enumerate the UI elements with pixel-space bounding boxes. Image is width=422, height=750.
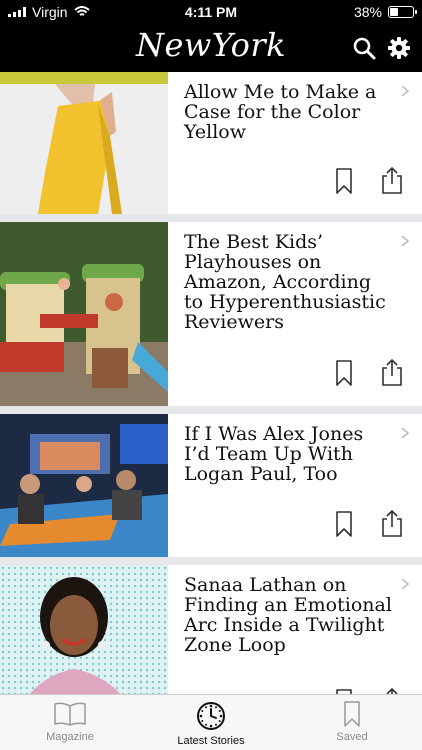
article-title[interactable]: Sanaa Lathan on Finding an Emotional Arc… [184, 575, 410, 655]
share-icon[interactable] [380, 358, 404, 386]
article-thumbnail[interactable] [0, 72, 168, 214]
stories-feed[interactable]: Allow Me to Make a Case for the Color Ye… [0, 72, 422, 694]
battery-group: 38% [353, 4, 417, 20]
bookmark-icon[interactable] [336, 360, 352, 386]
search-icon[interactable] [352, 36, 376, 60]
top-bar: Virgin 4:11 PM 38% NewYork [0, 0, 422, 72]
article-thumbnail[interactable] [0, 565, 168, 694]
battery-percent: 38% [353, 4, 382, 20]
article-thumbnail[interactable] [0, 222, 168, 406]
article-title[interactable]: If I Was Alex Jones I’d Team Up With Log… [184, 424, 410, 484]
article-thumbnail[interactable] [0, 414, 168, 557]
tab-saved[interactable]: Saved [282, 701, 422, 743]
article-card[interactable]: The Best Kids’ Playhouses on Amazon, Acc… [0, 222, 422, 406]
tab-latest-stories[interactable]: Latest Stories [141, 701, 281, 747]
card-divider [0, 557, 422, 565]
gear-icon[interactable] [388, 37, 410, 59]
tab-bar: Magazine Latest Stories Saved [0, 694, 422, 750]
bookmark-icon [344, 701, 360, 727]
chevron-right-icon[interactable] [400, 236, 410, 246]
tab-magazine[interactable]: Magazine [0, 701, 140, 743]
tab-label: Latest Stories [177, 735, 245, 747]
chevron-right-icon[interactable] [400, 579, 410, 589]
chevron-right-icon[interactable] [400, 86, 410, 96]
book-icon [54, 702, 86, 726]
share-icon[interactable] [380, 509, 404, 537]
share-icon[interactable] [380, 166, 404, 194]
article-card[interactable]: Sanaa Lathan on Finding an Emotional Arc… [0, 565, 422, 694]
tab-label: Magazine [46, 731, 94, 743]
battery-icon [388, 6, 417, 18]
article-card[interactable]: If I Was Alex Jones I’d Team Up With Log… [0, 414, 422, 557]
article-title[interactable]: The Best Kids’ Playhouses on Amazon, Acc… [184, 232, 410, 332]
article-title[interactable]: Allow Me to Make a Case for the Color Ye… [184, 82, 410, 142]
bookmark-icon[interactable] [336, 511, 352, 537]
article-card[interactable]: Allow Me to Make a Case for the Color Ye… [0, 72, 422, 214]
tab-label: Saved [336, 731, 368, 743]
status-bar: Virgin 4:11 PM 38% [0, 0, 422, 24]
card-divider [0, 406, 422, 414]
card-divider [0, 214, 422, 222]
bookmark-icon[interactable] [336, 168, 352, 194]
chevron-right-icon[interactable] [400, 428, 410, 438]
clock-icon [197, 702, 225, 730]
share-icon[interactable] [380, 687, 404, 694]
